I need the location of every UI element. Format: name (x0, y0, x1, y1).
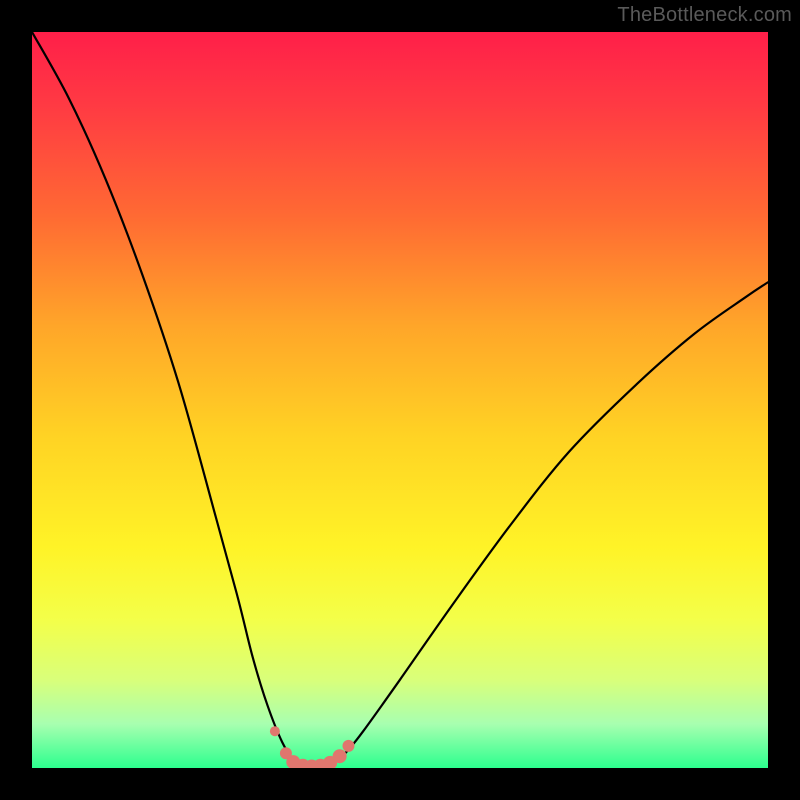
watermark-text: TheBottleneck.com (617, 4, 792, 27)
trough-dot (342, 740, 354, 752)
trough-dots (270, 726, 355, 768)
trough-dot (270, 726, 280, 736)
trough-dot (333, 749, 347, 763)
chart-frame: TheBottleneck.com (0, 0, 800, 800)
plot-area (32, 32, 768, 768)
bottleneck-curve (32, 32, 768, 767)
curve-layer (32, 32, 768, 768)
